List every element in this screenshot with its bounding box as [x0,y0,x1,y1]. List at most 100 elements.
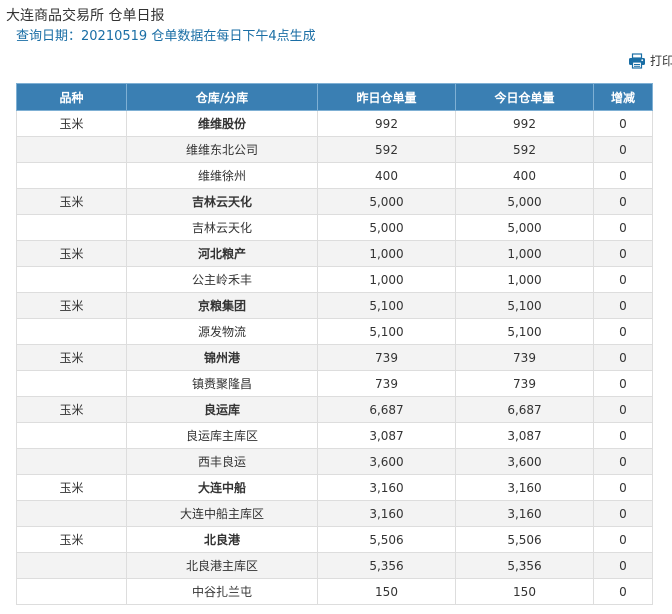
query-date-label: 查询日期： [16,29,82,44]
printer-icon [628,52,650,69]
column-header-yesterday: 昨日仓单量 [317,83,456,111]
cell-change: 0 [593,526,653,553]
column-header-change: 增减 [593,83,653,111]
cell-yesterday-qty: 5,356 [317,552,456,579]
cell-variety: 玉米 [16,188,127,215]
cell-today-qty: 5,000 [455,214,594,241]
table-row: 西丰良运 3,600 3,600 0 [16,448,653,475]
table-row: 镇赉聚隆昌 739 739 0 [16,370,653,397]
cell-today-qty: 739 [455,344,594,371]
cell-today-qty: 592 [455,136,594,163]
cell-today-qty: 5,100 [455,318,594,345]
cell-variety: 玉米 [16,344,127,371]
cell-yesterday-qty: 6,687 [317,396,456,423]
cell-change: 0 [593,552,653,579]
table-row: 玉米 良运库 6,687 6,687 0 [16,396,653,423]
cell-warehouse: 锦州港 [126,344,318,371]
cell-variety [16,500,127,527]
cell-variety [16,448,127,475]
cell-change: 0 [593,214,653,241]
cell-variety: 玉米 [16,292,127,319]
cell-yesterday-qty: 3,160 [317,500,456,527]
cell-change: 0 [593,422,653,449]
cell-yesterday-qty: 739 [317,370,456,397]
cell-warehouse: 吉林云天化 [126,214,318,241]
table-row: 玉米 京粮集团 5,100 5,100 0 [16,292,653,319]
cell-yesterday-qty: 5,100 [317,318,456,345]
cell-warehouse: 源发物流 [126,318,318,345]
cell-warehouse: 大连中船 [126,474,318,501]
cell-variety [16,370,127,397]
cell-warehouse: 公主岭禾丰 [126,266,318,293]
cell-change: 0 [593,136,653,163]
cell-variety: 玉米 [16,526,127,553]
cell-change: 0 [593,292,653,319]
cell-warehouse: 北良港 [126,526,318,553]
cell-yesterday-qty: 3,087 [317,422,456,449]
cell-variety [16,266,127,293]
cell-warehouse: 良运库 [126,396,318,423]
cell-today-qty: 3,087 [455,422,594,449]
cell-change: 0 [593,188,653,215]
cell-yesterday-qty: 5,000 [317,214,456,241]
cell-today-qty: 6,687 [455,396,594,423]
cell-yesterday-qty: 5,100 [317,292,456,319]
cell-yesterday-qty: 150 [317,578,456,605]
cell-yesterday-qty: 1,000 [317,266,456,293]
cell-today-qty: 992 [455,110,594,137]
cell-variety: 玉米 [16,110,127,137]
cell-change: 0 [593,318,653,345]
cell-variety [16,318,127,345]
cell-change: 0 [593,266,653,293]
cell-warehouse: 京粮集团 [126,292,318,319]
cell-yesterday-qty: 400 [317,162,456,189]
cell-variety [16,162,127,189]
cell-today-qty: 739 [455,370,594,397]
table-row: 维维徐州 400 400 0 [16,162,653,189]
cell-yesterday-qty: 992 [317,110,456,137]
cell-variety [16,136,127,163]
cell-variety [16,578,127,605]
cell-warehouse: 维维徐州 [126,162,318,189]
column-header-variety: 品种 [16,83,127,111]
cell-variety [16,214,127,241]
print-label: 打印 [650,54,672,68]
table-row: 中谷扎兰屯 150 150 0 [16,578,653,605]
warehouse-receipt-table: 品种 仓库/分库 昨日仓单量 今日仓单量 增减 玉米 维维股份 992 992 0 维维东… [16,83,653,605]
cell-today-qty: 3,160 [455,500,594,527]
cell-change: 0 [593,162,653,189]
table-row: 玉米 北良港 5,506 5,506 0 [16,526,653,553]
table-row: 源发物流 5,100 5,100 0 [16,318,653,345]
cell-today-qty: 3,600 [455,448,594,475]
cell-change: 0 [593,370,653,397]
cell-yesterday-qty: 1,000 [317,240,456,267]
cell-yesterday-qty: 739 [317,344,456,371]
cell-change: 0 [593,396,653,423]
cell-variety: 玉米 [16,240,127,267]
table-row: 玉米 锦州港 739 739 0 [16,344,653,371]
cell-today-qty: 150 [455,578,594,605]
cell-yesterday-qty: 3,600 [317,448,456,475]
cell-today-qty: 5,356 [455,552,594,579]
table-row: 玉米 维维股份 992 992 0 [16,110,653,137]
query-date-note: 仓单数据在每日下午4点生成 [151,29,316,44]
cell-yesterday-qty: 5,506 [317,526,456,553]
cell-change: 0 [593,110,653,137]
cell-change: 0 [593,500,653,527]
cell-yesterday-qty: 592 [317,136,456,163]
cell-today-qty: 1,000 [455,266,594,293]
table-row: 玉米 河北粮产 1,000 1,000 0 [16,240,653,267]
page-title: 大连商品交易所 仓单日报 [6,8,165,24]
cell-change: 0 [593,344,653,371]
table-row: 北良港主库区 5,356 5,356 0 [16,552,653,579]
table-row: 大连中船主库区 3,160 3,160 0 [16,500,653,527]
cell-warehouse: 大连中船主库区 [126,500,318,527]
column-header-today: 今日仓单量 [455,83,594,111]
cell-today-qty: 5,506 [455,526,594,553]
cell-warehouse: 吉林云天化 [126,188,318,215]
print-button[interactable]: 打印 [628,52,672,69]
table-row: 维维东北公司 592 592 0 [16,136,653,163]
cell-today-qty: 5,100 [455,292,594,319]
cell-warehouse: 镇赉聚隆昌 [126,370,318,397]
cell-variety [16,552,127,579]
